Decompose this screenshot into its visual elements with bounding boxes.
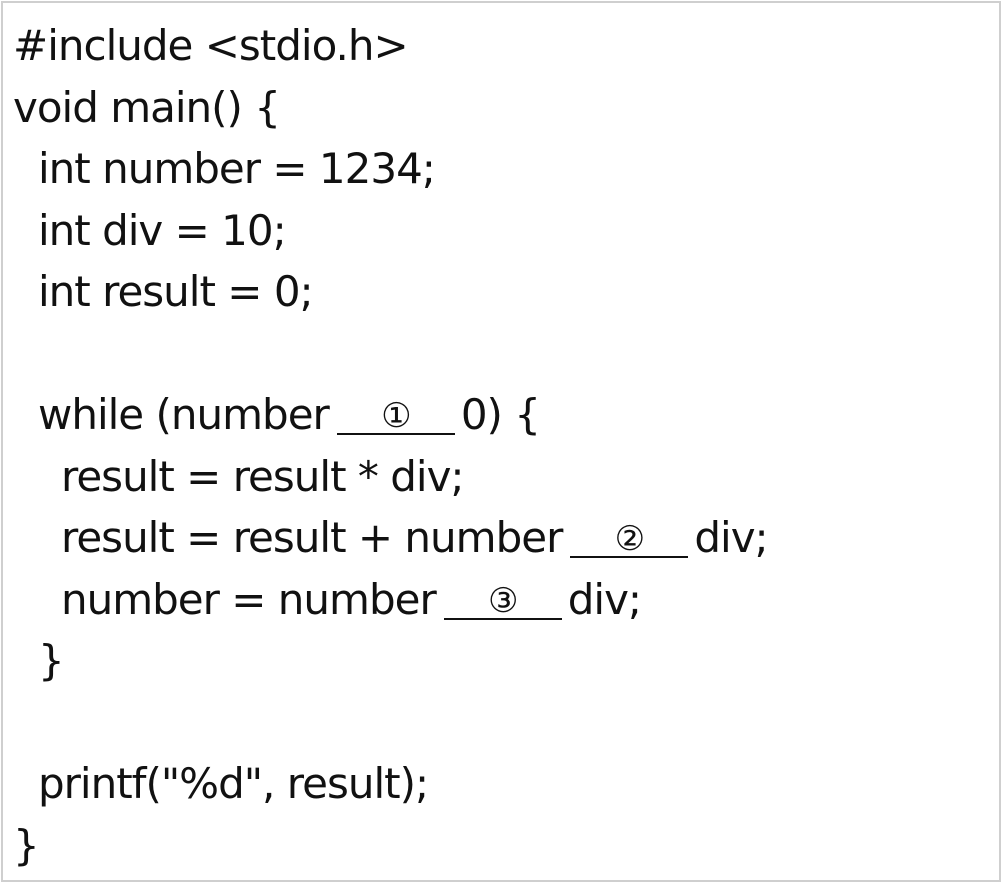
code-line-while-end: 0) { bbox=[460, 390, 541, 439]
code-line-add: result = result + number ② div; bbox=[13, 507, 769, 569]
code-line-divide-start: number = number bbox=[61, 574, 437, 624]
code-line-divide-end: div; bbox=[567, 574, 642, 624]
code-line-div-decl-text: int div = 10; bbox=[38, 205, 287, 255]
code-line-main-close: } bbox=[13, 815, 768, 877]
code-line-add-start: result = result + number bbox=[61, 513, 563, 562]
code-frame: #include <stdio.h> void main() { int num… bbox=[1, 1, 1001, 882]
code-line-while: while (number ① 0) { bbox=[13, 384, 768, 446]
code-line-empty-1 bbox=[13, 323, 768, 385]
code-line-while-close-text: } bbox=[38, 636, 65, 685]
code-block: #include <stdio.h> void main() { int num… bbox=[13, 15, 769, 877]
code-line-divide: number = number ③ div; bbox=[13, 569, 768, 631]
blank-1: ① bbox=[336, 399, 455, 435]
code-line-add-end: div; bbox=[694, 513, 768, 562]
code-line-multiply-text: result = result * div; bbox=[61, 451, 465, 501]
code-line-printf: printf("%d", result); bbox=[13, 753, 768, 815]
code-line-while-start: while (number bbox=[38, 390, 330, 439]
code-line-printf-text: printf("%d", result); bbox=[38, 759, 429, 808]
code-line-number-decl: int number = 1234; bbox=[13, 138, 768, 200]
code-line-div-decl: int div = 10; bbox=[13, 200, 768, 262]
code-line-result-decl-text: int result = 0; bbox=[38, 267, 314, 316]
code-line-empty-2 bbox=[13, 692, 768, 754]
code-line-multiply: result = result * div; bbox=[13, 446, 768, 508]
blank-3: ③ bbox=[443, 584, 562, 620]
blank-2: ② bbox=[570, 522, 689, 558]
code-line-number-decl-text: int number = 1234; bbox=[38, 144, 436, 193]
code-line-main: void main() { bbox=[13, 77, 768, 139]
code-line-while-close: } bbox=[13, 630, 768, 692]
code-line-include: #include <stdio.h> bbox=[13, 15, 768, 77]
code-line-main-text: void main() { bbox=[13, 82, 281, 132]
code-line-include-text: #include <stdio.h> bbox=[13, 21, 409, 70]
code-line-result-decl: int result = 0; bbox=[13, 261, 768, 323]
code-line-main-close-text: } bbox=[13, 820, 40, 870]
